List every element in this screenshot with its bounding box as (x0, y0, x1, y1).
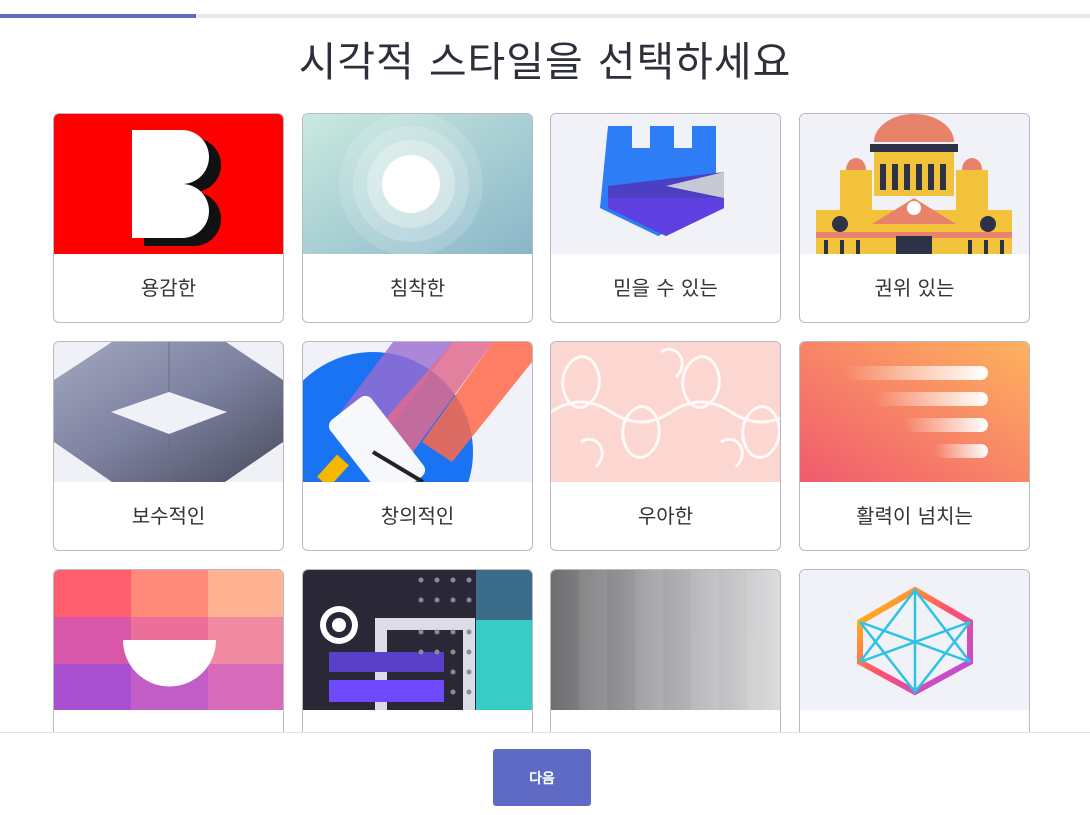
style-label: 보수적인 (131, 504, 206, 528)
style-card-calm[interactable]: 침착한 (302, 113, 533, 323)
damask-pattern-icon (551, 342, 780, 482)
geometric-dark-icon (303, 570, 532, 710)
diamond-pattern-icon (54, 342, 283, 482)
style-card-trustworthy[interactable]: 믿을 수 있는 (550, 113, 781, 323)
style-card-conservative[interactable]: 보수적인 (53, 341, 284, 551)
castle-tower-icon (551, 114, 780, 254)
style-card-bold[interactable]: 용감한 (53, 113, 284, 323)
silver-gradient-icon (551, 570, 780, 710)
concentric-circles-icon (303, 114, 532, 254)
progress-fill (0, 14, 197, 18)
style-label: 권위 있는 (874, 276, 955, 300)
style-label: 용감한 (140, 276, 197, 300)
style-label: 침착한 (389, 276, 446, 300)
style-card-authoritative[interactable]: 권위 있는 (799, 113, 1030, 323)
page-title: 시각적 스타일을 선택하세요 (298, 38, 792, 86)
style-card-creative[interactable]: 창의적인 (302, 341, 533, 551)
footer-bar: 다음 (0, 732, 1090, 815)
style-card-elegant[interactable]: 우아한 (550, 341, 781, 551)
next-button[interactable]: 다음 (493, 749, 591, 806)
style-label: 활력이 넘치는 (856, 504, 973, 528)
style-card-energetic[interactable]: 활력이 넘치는 (799, 341, 1030, 551)
style-label: 믿을 수 있는 (613, 276, 718, 300)
progress-bar (0, 14, 1090, 18)
style-label: 우아한 (637, 504, 694, 528)
style-label: 창의적인 (380, 504, 455, 528)
hexagon-network-icon (800, 570, 1029, 710)
capitol-building-icon (800, 114, 1029, 254)
paint-roller-icon (303, 342, 532, 482)
bold-b-icon (54, 114, 283, 254)
color-blocks-icon (54, 570, 283, 710)
speed-lines-icon (800, 342, 1029, 482)
